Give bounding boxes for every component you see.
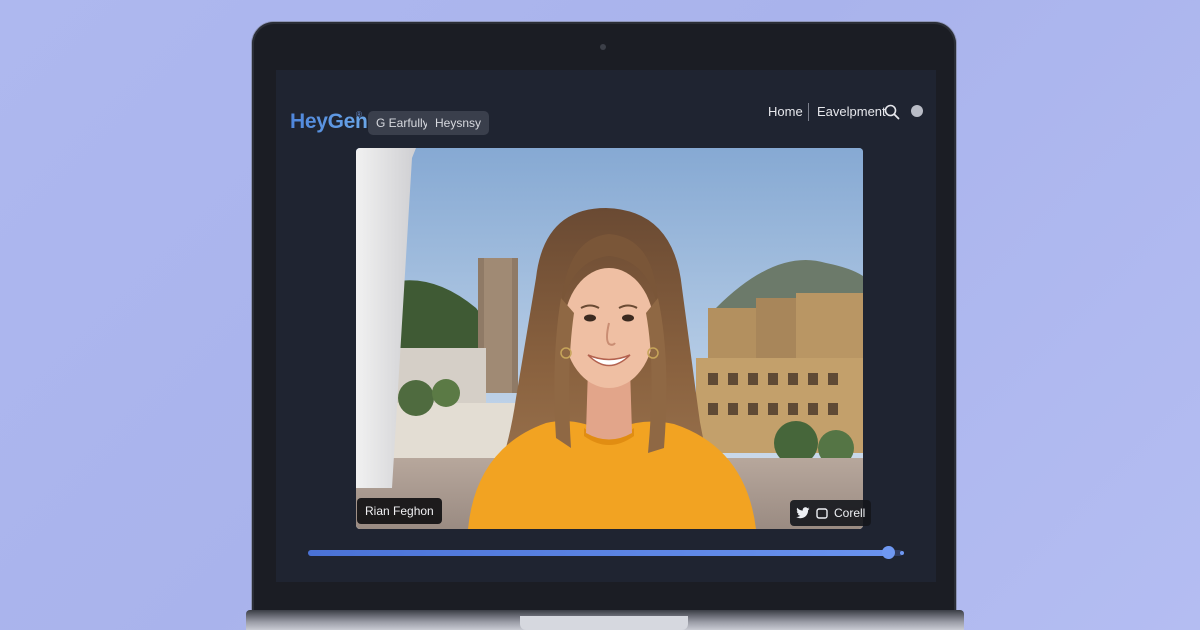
- video-player[interactable]: [356, 148, 863, 529]
- nav-development-link[interactable]: Eavelpment: [817, 104, 886, 119]
- nav-chip-2[interactable]: Heysnsy: [427, 111, 490, 135]
- copy-icon[interactable]: [816, 507, 828, 519]
- video-progress-bar[interactable]: [308, 546, 903, 559]
- progress-scrubber-handle[interactable]: [882, 546, 896, 559]
- presenter-name-badge: Rian Feghon: [357, 498, 442, 524]
- registered-mark: ®: [356, 110, 362, 119]
- progress-fill: [308, 550, 890, 556]
- laptop-notch: [520, 616, 688, 630]
- share-controls[interactable]: Corell: [790, 500, 872, 526]
- search-icon[interactable]: [884, 104, 900, 120]
- nav-divider: [808, 103, 809, 121]
- share-label[interactable]: Corell: [834, 500, 865, 526]
- webcam: [600, 44, 606, 50]
- progress-end-marker: [900, 551, 904, 555]
- twitter-icon[interactable]: [796, 507, 810, 519]
- video-frame: [356, 148, 863, 529]
- avatar-icon[interactable]: [911, 105, 923, 117]
- laptop-screen: HeyGen ® G Earfully Heysnsy Home Eavelpm…: [276, 70, 936, 582]
- nav-home-link[interactable]: Home: [768, 104, 803, 119]
